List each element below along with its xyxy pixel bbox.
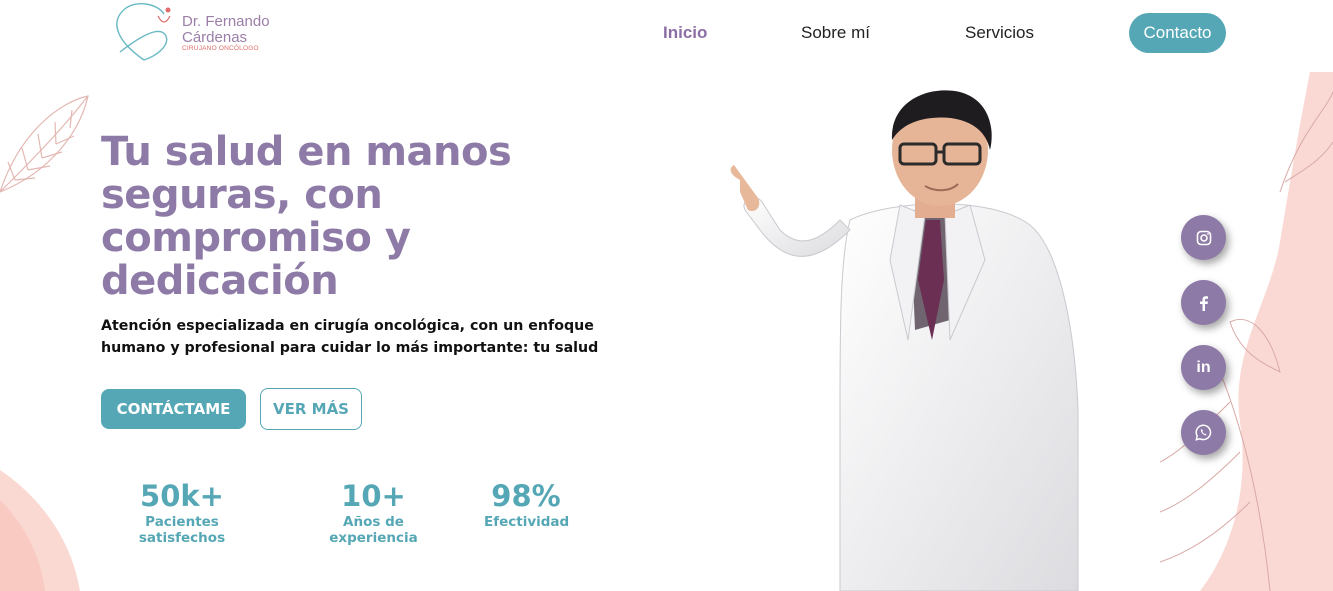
hero-subtitle: Atención especializada en cirugía oncoló… bbox=[101, 318, 599, 356]
nav-item-sobre-mi[interactable]: Sobre mí bbox=[801, 23, 870, 43]
instagram-button[interactable] bbox=[1181, 215, 1226, 260]
linkedin-button[interactable]: in bbox=[1181, 345, 1226, 390]
facebook-icon bbox=[1199, 295, 1208, 311]
whatsapp-icon bbox=[1195, 424, 1212, 441]
linkedin-icon: in bbox=[1196, 358, 1211, 376]
contact-button[interactable]: Contacto bbox=[1129, 13, 1226, 53]
stat-label: Años de experiencia bbox=[329, 514, 418, 546]
nav-item-servicios[interactable]: Servicios bbox=[965, 23, 1034, 43]
stat-label: Pacientes satisfechos bbox=[138, 514, 226, 546]
contactame-button[interactable]: CONTÁCTAME bbox=[101, 389, 246, 429]
ver-mas-button[interactable]: VER MÁS bbox=[260, 388, 362, 430]
instagram-icon bbox=[1196, 230, 1211, 245]
stat-value: 10+ bbox=[341, 479, 406, 513]
stat-years: 10+ Años de experiencia bbox=[298, 478, 449, 546]
hero-title: Tu salud en manos seguras, con compromis… bbox=[101, 129, 512, 304]
main-navigation: Inicio Sobre mí Servicios Contacto bbox=[0, 13, 1333, 53]
stat-value: 50k+ bbox=[140, 479, 224, 513]
watercolor-decoration-icon bbox=[0, 470, 80, 591]
whatsapp-button[interactable] bbox=[1181, 410, 1226, 455]
stat-value: 98% bbox=[491, 479, 561, 513]
stat-effectiveness: 98% Efectividad bbox=[484, 478, 570, 530]
facebook-button[interactable] bbox=[1181, 280, 1226, 325]
pink-background-decoration-icon bbox=[1160, 72, 1333, 591]
stat-label: Efectividad bbox=[484, 514, 570, 530]
leaf-decoration-icon bbox=[0, 95, 89, 193]
stat-patients: 50k+ Pacientes satisfechos bbox=[101, 478, 263, 546]
nav-item-inicio[interactable]: Inicio bbox=[663, 23, 707, 43]
doctor-photo bbox=[730, 90, 1079, 591]
